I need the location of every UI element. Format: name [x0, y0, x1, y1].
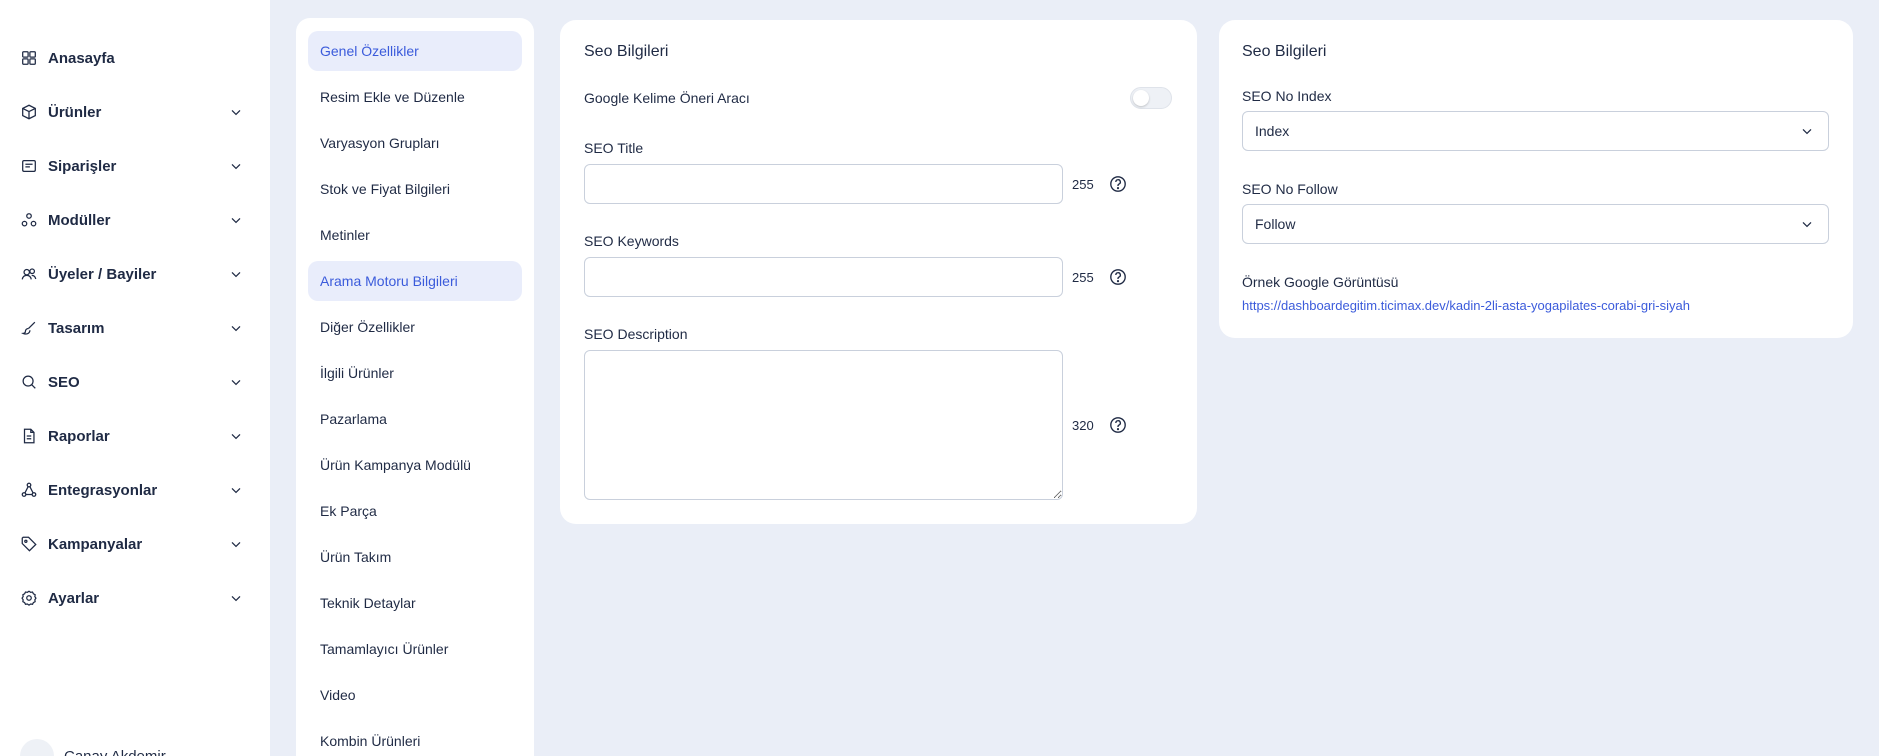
seo-form-card: Seo Bilgileri Google Kelime Öneri Aracı … [560, 20, 1197, 524]
sidebar-item-kampanyalar[interactable]: Kampanyalar [20, 529, 245, 559]
brush-icon [20, 319, 38, 337]
seo-description-label: SEO Description [584, 326, 688, 342]
google-tool-toggle[interactable] [1130, 87, 1172, 109]
sidebar-item-seo[interactable]: SEO [20, 367, 245, 397]
menu-item[interactable]: Teknik Detaylar [308, 583, 522, 623]
menu-item[interactable]: Varyasyon Grupları [308, 123, 522, 163]
sidebar: Anasayfa Ürünler Siparişler Modüller Üyeler … [0, 0, 270, 756]
seo-options-title: Seo Bilgileri [1242, 43, 1327, 60]
seo-title-counter: 255 [1072, 177, 1094, 192]
menu-item[interactable]: Genel Özellikler [308, 31, 522, 71]
no-index-label: SEO No Index [1242, 88, 1332, 104]
sidebar-item-label: Ürünler [48, 103, 102, 121]
menu-item[interactable]: Arama Motoru Bilgileri [308, 261, 522, 301]
chevron-down-icon [1798, 122, 1816, 140]
sidebar-item-ayarlar[interactable]: Ayarlar [20, 583, 245, 613]
sidebar-item-tasarım[interactable]: Tasarım [20, 313, 245, 343]
sidebar-item-üyeler-bayiler[interactable]: Üyeler / Bayiler [20, 259, 245, 289]
no-follow-value: Follow [1255, 216, 1296, 232]
toggle-knob [1133, 90, 1149, 106]
sidebar-item-label: Tasarım [48, 319, 105, 337]
menu-item[interactable]: Metinler [308, 215, 522, 255]
seo-form-title: Seo Bilgileri [584, 43, 669, 60]
report-icon [20, 427, 38, 445]
seo-title-label: SEO Title [584, 140, 644, 156]
user-name: Canay Akdemir [64, 747, 166, 756]
sidebar-item-label: SEO [48, 373, 80, 391]
seo-keywords-help-icon[interactable] [1109, 268, 1127, 286]
no-follow-select[interactable]: Follow [1242, 204, 1829, 244]
sidebar-item-anasayfa[interactable]: Anasayfa [20, 43, 245, 73]
chevron-down-icon [227, 265, 245, 283]
seo-title-input[interactable] [584, 164, 1063, 204]
users-icon [20, 265, 38, 283]
menu-item[interactable]: Diğer Özellikler [308, 307, 522, 347]
modules-icon [20, 211, 38, 229]
chevron-down-icon [227, 427, 245, 445]
no-index-value: Index [1255, 123, 1290, 139]
seo-description-help-icon[interactable] [1109, 416, 1127, 434]
chevron-down-icon [227, 373, 245, 391]
google-preview-link[interactable]: https://dashboardegitim.ticimax.dev/kadi… [1242, 298, 1690, 313]
chevron-down-icon [1798, 215, 1816, 233]
grid-icon [20, 49, 38, 67]
seo-description-textarea[interactable] [584, 350, 1063, 500]
integration-icon [20, 481, 38, 499]
sidebar-item-modüller[interactable]: Modüller [20, 205, 245, 235]
sidebar-item-label: Üyeler / Bayiler [48, 265, 157, 283]
google-tool-label: Google Kelime Öneri Aracı [584, 90, 750, 106]
seo-title-help-icon[interactable] [1109, 175, 1127, 193]
no-follow-label: SEO No Follow [1242, 181, 1338, 197]
tag-icon [20, 535, 38, 553]
menu-item[interactable]: Ürün Takım [308, 537, 522, 577]
sidebar-item-label: Siparişler [48, 157, 117, 175]
google-preview-label: Örnek Google Görüntüsü [1242, 274, 1399, 290]
chevron-down-icon [227, 157, 245, 175]
sidebar-item-label: Kampanyalar [48, 535, 143, 553]
user-profile[interactable]: Canay Akdemir [20, 739, 166, 756]
menu-item[interactable]: Pazarlama [308, 399, 522, 439]
search-icon [20, 373, 38, 391]
sidebar-item-siparişler[interactable]: Siparişler [20, 151, 245, 181]
seo-keywords-counter: 255 [1072, 270, 1094, 285]
chevron-down-icon [227, 103, 245, 121]
sidebar-item-label: Raporlar [48, 427, 110, 445]
sidebar-item-entegrasyonlar[interactable]: Entegrasyonlar [20, 475, 245, 505]
seo-keywords-label: SEO Keywords [584, 233, 679, 249]
menu-item[interactable]: Kombin Ürünleri [308, 721, 522, 756]
sidebar-item-ürünler[interactable]: Ürünler [20, 97, 245, 127]
sidebar-item-label: Ayarlar [48, 589, 100, 607]
menu-item[interactable]: Stok ve Fiyat Bilgileri [308, 169, 522, 209]
sidebar-item-label: Modüller [48, 211, 111, 229]
seo-options-card: Seo Bilgileri SEO No Index Index SEO No … [1219, 20, 1853, 338]
menu-item[interactable]: Tamamlayıcı Ürünler [308, 629, 522, 669]
chevron-down-icon [227, 481, 245, 499]
chevron-down-icon [227, 535, 245, 553]
no-index-select[interactable]: Index [1242, 111, 1829, 151]
menu-item[interactable]: Ek Parça [308, 491, 522, 531]
avatar [20, 739, 54, 756]
chevron-down-icon [227, 211, 245, 229]
seo-description-counter: 320 [1072, 418, 1094, 433]
sidebar-item-raporlar[interactable]: Raporlar [20, 421, 245, 451]
chevron-down-icon [227, 589, 245, 607]
menu-item[interactable]: İlgili Ürünler [308, 353, 522, 393]
menu-item[interactable]: Ürün Kampanya Modülü [308, 445, 522, 485]
orders-icon [20, 157, 38, 175]
seo-keywords-input[interactable] [584, 257, 1063, 297]
chevron-down-icon [227, 319, 245, 337]
product-section-menu: Genel Özellikler Resim Ekle ve Düzenle Var… [296, 18, 534, 756]
box-icon [20, 103, 38, 121]
sidebar-item-label: Entegrasyonlar [48, 481, 158, 499]
menu-item[interactable]: Resim Ekle ve Düzenle [308, 77, 522, 117]
menu-item[interactable]: Video [308, 675, 522, 715]
sidebar-item-label: Anasayfa [48, 49, 115, 67]
gear-icon [20, 589, 38, 607]
